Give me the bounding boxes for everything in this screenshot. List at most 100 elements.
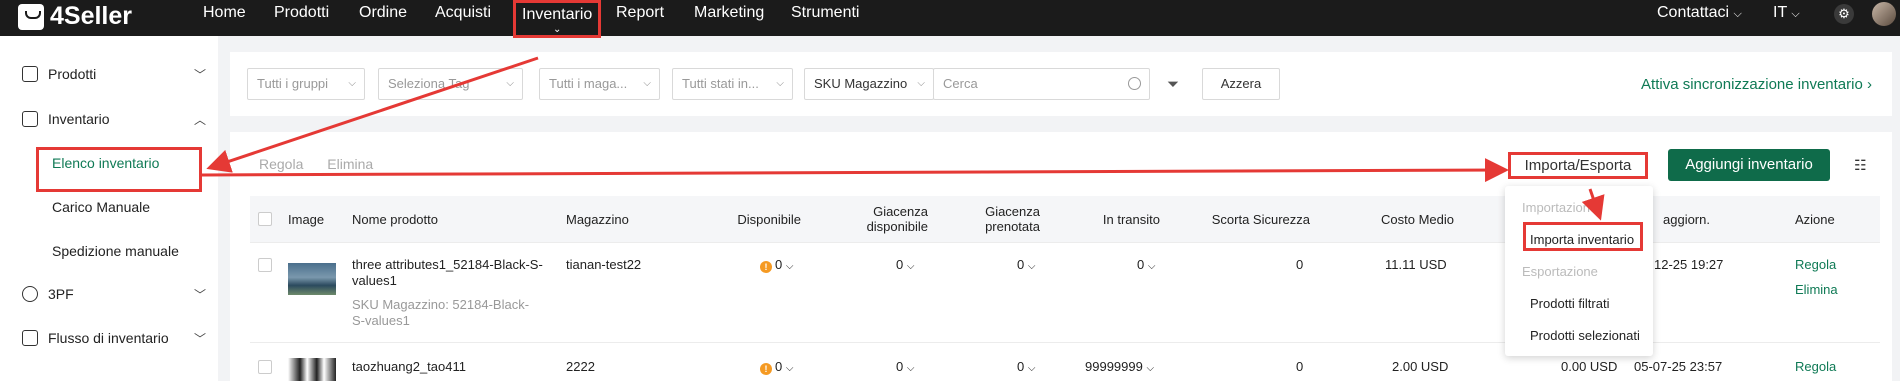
row-checkbox[interactable] bbox=[258, 360, 272, 374]
language-selector[interactable]: IT ⌵ bbox=[1773, 0, 1800, 26]
average-cost-value: 2.00 USD bbox=[1392, 359, 1449, 374]
row-checkbox[interactable] bbox=[258, 258, 272, 272]
sync-inventory-label: Attiva sincronizzazione inventario bbox=[1641, 76, 1863, 93]
status-select[interactable]: Tutti stati in... ⌵ bbox=[672, 68, 793, 100]
product-name[interactable]: three attributes1_52184-Black-S- values1 bbox=[352, 257, 543, 289]
available-value: 0 bbox=[775, 257, 783, 272]
group-select[interactable]: Tutti i gruppi ⌵ bbox=[247, 68, 365, 100]
chevron-down-icon: ⌄ bbox=[552, 24, 562, 35]
sidebar-item-manual-shipping[interactable]: Spedizione manuale bbox=[52, 243, 179, 259]
column-stock-available-line1: Giacenza bbox=[873, 204, 928, 219]
export-selected-item[interactable]: Prodotti selezionati bbox=[1530, 328, 1640, 343]
chevron-down-icon: ⌵ bbox=[643, 78, 651, 89]
status-select-value: Tutti stati in... bbox=[682, 76, 759, 91]
product-sku-line2: S-values1 bbox=[352, 313, 410, 328]
warehouse-select[interactable]: Tutti i maga... ⌵ bbox=[539, 68, 660, 100]
search-field-value: SKU Magazzino bbox=[814, 76, 908, 91]
search-field-select[interactable]: SKU Magazzino ⌵ bbox=[804, 68, 934, 100]
stock-available-value: 0 bbox=[896, 257, 904, 272]
bulk-delete-button[interactable]: Elimina bbox=[327, 156, 373, 172]
product-thumbnail[interactable] bbox=[288, 358, 336, 381]
column-settings-icon[interactable]: ☷ bbox=[1854, 157, 1867, 174]
add-inventory-button[interactable]: Aggiungi inventario bbox=[1668, 149, 1830, 181]
bulk-actions: Regola Elimina bbox=[259, 156, 393, 172]
adjust-link[interactable]: Regola bbox=[1795, 257, 1836, 273]
product-thumbnail[interactable] bbox=[288, 263, 336, 295]
chevron-down-icon: ⌵ bbox=[348, 78, 356, 89]
average-cost-value: 11.11 USD bbox=[1385, 257, 1447, 272]
bulk-adjust-button[interactable]: Regola bbox=[259, 156, 303, 172]
inventory-icon bbox=[22, 111, 38, 127]
nav-inventory-label: Inventario bbox=[522, 6, 593, 23]
column-action: Azione bbox=[1795, 211, 1835, 227]
search-input[interactable]: Cerca bbox=[933, 68, 1150, 100]
filter-bar: Tutti i gruppi ⌵ Seleziona Tag ⌵ Tutti i… bbox=[230, 52, 1892, 116]
delete-link[interactable]: Elimina bbox=[1795, 282, 1838, 298]
product-name-line1: three attributes1_52184-Black-S- bbox=[352, 257, 543, 272]
column-in-transit: In transito bbox=[1102, 211, 1160, 227]
search-icon[interactable] bbox=[1128, 77, 1141, 90]
nav-report[interactable]: Report bbox=[616, 0, 664, 36]
in-transit-qty[interactable]: 0 ⌵ bbox=[1137, 257, 1155, 275]
chevron-up-icon: ︿ bbox=[193, 112, 206, 127]
nav-inventory[interactable]: Inventario ⌄ bbox=[513, 0, 602, 38]
chevron-right-icon: › bbox=[1867, 76, 1872, 93]
column-warehouse: Magazzino bbox=[566, 211, 629, 227]
stock-reserved-qty[interactable]: 0 ⌵ bbox=[1017, 359, 1035, 377]
sidebar-item-3pf[interactable]: 3PF ﹀ bbox=[22, 286, 206, 302]
stock-available-qty[interactable]: 0 ⌵ bbox=[896, 359, 914, 377]
chevron-down-icon: ﹀ bbox=[193, 67, 206, 82]
sidebar-item-inventory[interactable]: Inventario ︿ bbox=[22, 111, 206, 127]
nav-purchases[interactable]: Acquisti bbox=[435, 0, 491, 36]
export-filtered-item[interactable]: Prodotti filtrati bbox=[1530, 296, 1609, 311]
chevron-down-icon: ⌵ bbox=[906, 363, 915, 374]
product-sku: SKU Magazzino: 52184-Black- S-values1 bbox=[352, 297, 529, 329]
nav-home[interactable]: Home bbox=[203, 0, 246, 36]
shopping-bag-icon bbox=[18, 3, 44, 30]
column-safety-stock: Scorta Sicurezza bbox=[1211, 211, 1310, 227]
contact-menu[interactable]: Contattaci ⌵ bbox=[1657, 0, 1742, 26]
sidebar-item-products[interactable]: Prodotti ﹀ bbox=[22, 66, 206, 82]
nav-tools[interactable]: Strumenti bbox=[791, 0, 859, 36]
import-export-button[interactable]: Importa/Esporta bbox=[1508, 152, 1648, 179]
column-available: Disponibile bbox=[737, 211, 801, 227]
select-all-checkbox[interactable] bbox=[258, 212, 272, 226]
chevron-down-icon: ⌵ bbox=[506, 78, 514, 89]
nav-orders[interactable]: Ordine bbox=[359, 0, 407, 36]
available-qty[interactable]: ! 0 ⌵ bbox=[760, 359, 793, 377]
group-select-value: Tutti i gruppi bbox=[257, 76, 329, 91]
in-transit-qty[interactable]: 99999999 ⌵ bbox=[1085, 359, 1154, 377]
safety-stock-value: 0 bbox=[1296, 257, 1304, 272]
stock-reserved-value: 0 bbox=[1017, 359, 1025, 374]
available-qty[interactable]: ! 0 ⌵ bbox=[760, 257, 793, 275]
sidebar-item-manual-load[interactable]: Carico Manuale bbox=[52, 199, 150, 215]
flow-icon bbox=[22, 330, 38, 346]
avatar[interactable] bbox=[1872, 2, 1896, 26]
nav-marketing[interactable]: Marketing bbox=[694, 0, 764, 36]
adjust-link[interactable]: Regola bbox=[1795, 359, 1836, 375]
stock-reserved-qty[interactable]: 0 ⌵ bbox=[1017, 257, 1035, 275]
sync-inventory-link[interactable]: Attiva sincronizzazione inventario › bbox=[1641, 76, 1872, 93]
in-transit-value: 0 bbox=[1137, 257, 1145, 272]
product-name[interactable]: taozhuang2_tao411 bbox=[352, 359, 466, 375]
sidebar-item-inventory-flow[interactable]: Flusso di inventario ﹀ bbox=[22, 330, 206, 346]
import-export-dropdown: Importazione Importa inventario Esportaz… bbox=[1505, 186, 1653, 356]
chevron-down-icon: ⌵ bbox=[917, 78, 925, 89]
column-stock-reserved: Giacenza prenotata bbox=[976, 196, 1040, 242]
chevron-down-icon: ⌵ bbox=[1146, 363, 1155, 374]
sidebar-item-label: Flusso di inventario bbox=[48, 330, 169, 346]
warning-icon: ! bbox=[760, 363, 772, 375]
reset-button[interactable]: Azzera bbox=[1202, 68, 1280, 100]
gear-icon[interactable]: ⚙ bbox=[1834, 4, 1854, 24]
filter-icon[interactable]: ⏷ bbox=[1167, 76, 1179, 93]
in-transit-value: 99999999 bbox=[1085, 359, 1143, 374]
chevron-down-icon: ⌵ bbox=[1791, 8, 1800, 20]
nav-products[interactable]: Prodotti bbox=[274, 0, 329, 36]
brand-logo[interactable]: 4Seller bbox=[18, 2, 132, 31]
column-name: Nome prodotto bbox=[352, 211, 438, 227]
stock-available-qty[interactable]: 0 ⌵ bbox=[896, 257, 914, 275]
column-stock-reserved-line1: Giacenza bbox=[985, 204, 1040, 219]
chevron-down-icon: ﹀ bbox=[193, 331, 206, 346]
import-section-header: Importazione bbox=[1522, 200, 1598, 215]
tag-select[interactable]: Seleziona Tag ⌵ bbox=[378, 68, 523, 100]
